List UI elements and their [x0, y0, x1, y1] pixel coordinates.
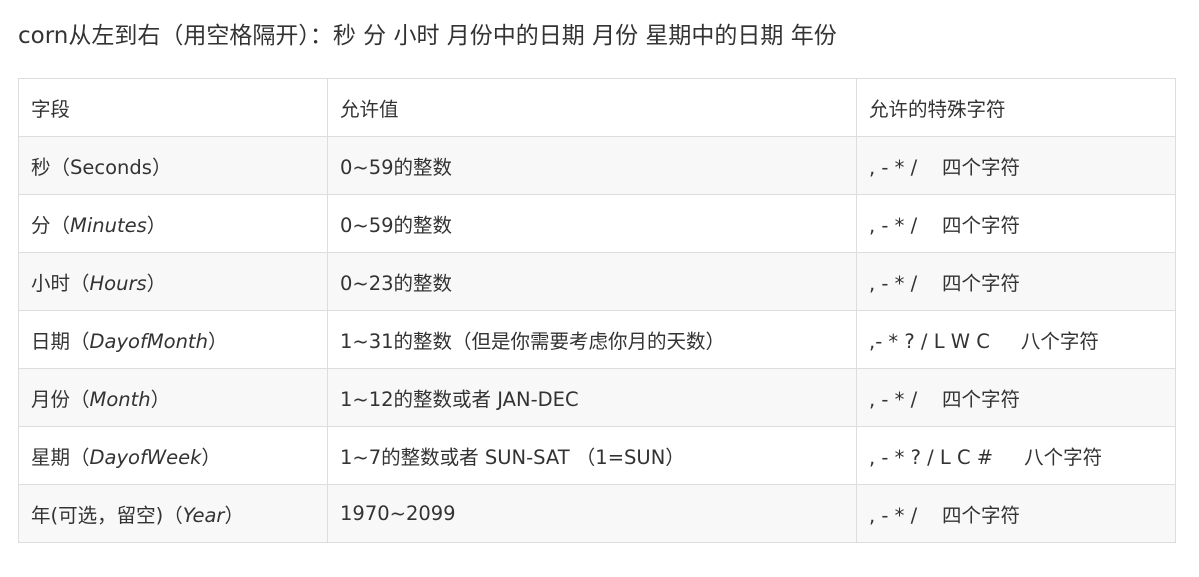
special-chars-cell: , - * ? / L C # 八个字符 [856, 426, 1176, 485]
field-name-cn: 日期（ [31, 330, 90, 353]
field-cell: 小时（Hours） [18, 252, 328, 311]
allowed-values-cell: 0~59的整数 [327, 136, 857, 195]
table-row: 年(可选，留空)（Year） 1970~2099 , - * / 四个字符 [18, 484, 1176, 543]
field-name-close: ） [146, 214, 167, 237]
field-cell: 星期（DayofWeek） [18, 426, 328, 485]
field-name-close: ） [207, 330, 228, 353]
field-cell: 年(可选，留空)（Year） [18, 484, 328, 543]
field-name-en: Minutes [70, 214, 147, 237]
special-chars-cell: , - * / 四个字符 [856, 194, 1176, 253]
table-row: 秒（Seconds） 0~59的整数 , - * / 四个字符 [18, 136, 1176, 195]
allowed-values-cell: 1~31的整数（但是你需要考虑你月的天数） [327, 310, 857, 369]
allowed-values-cell: 1~7的整数或者 SUN-SAT （1=SUN） [327, 426, 857, 485]
field-name-cn: 分（ [31, 214, 71, 237]
header-field: 字段 [18, 78, 328, 137]
field-name-cn: 月份（ [31, 388, 90, 411]
field-name-en: Year [182, 504, 225, 527]
field-name-en: DayofMonth [89, 330, 208, 353]
header-special-chars: 允许的特殊字符 [856, 78, 1176, 137]
field-cell: 日期（DayofMonth） [18, 310, 328, 369]
field-name-en: Hours [89, 272, 147, 295]
table-row: 分（Minutes） 0~59的整数 , - * / 四个字符 [18, 194, 1176, 253]
field-name-close: ） [150, 388, 171, 411]
field-name-cn: 小时（ [31, 272, 90, 295]
special-chars-cell: ,- * ? / L W C 八个字符 [856, 310, 1176, 369]
allowed-values-cell: 0~23的整数 [327, 252, 857, 311]
allowed-values-cell: 1970~2099 [327, 484, 857, 543]
cron-fields-table: 字段 允许值 允许的特殊字符 秒（Seconds） 0~59的整数 , - * … [18, 78, 1176, 543]
field-name-en: Seconds [70, 156, 152, 179]
field-cell: 秒（Seconds） [18, 136, 328, 195]
field-name-close: ） [201, 446, 221, 469]
allowed-values-cell: 1~12的整数或者 JAN-DEC [327, 368, 857, 427]
special-chars-cell: , - * / 四个字符 [856, 252, 1176, 311]
header-allowed-values: 允许值 [327, 78, 857, 137]
special-chars-cell: , - * / 四个字符 [856, 484, 1176, 543]
special-chars-cell: , - * / 四个字符 [856, 368, 1176, 427]
field-name-cn: 星期（ [31, 446, 90, 469]
table-row: 星期（DayofWeek） 1~7的整数或者 SUN-SAT （1=SUN） ,… [18, 426, 1176, 485]
field-cell: 月份（Month） [18, 368, 328, 427]
special-chars-cell: , - * / 四个字符 [856, 136, 1176, 195]
allowed-values-cell: 0~59的整数 [327, 194, 857, 253]
field-name-en: DayofWeek [89, 446, 202, 469]
field-cell: 分（Minutes） [18, 194, 328, 253]
table-row: 小时（Hours） 0~23的整数 , - * / 四个字符 [18, 252, 1176, 311]
field-name-close: ） [224, 504, 244, 527]
table-header-row: 字段 允许值 允许的特殊字符 [18, 78, 1176, 137]
field-name-cn: 秒（ [31, 156, 71, 179]
field-name-close: ） [151, 156, 172, 179]
table-row: 日期（DayofMonth） 1~31的整数（但是你需要考虑你月的天数） ,- … [18, 310, 1176, 369]
table-row: 月份（Month） 1~12的整数或者 JAN-DEC , - * / 四个字符 [18, 368, 1176, 427]
page-heading: corn从左到右（用空格隔开）：秒 分 小时 月份中的日期 月份 星期中的日期 … [18, 23, 837, 49]
field-name-close: ） [146, 272, 167, 295]
field-name-en: Month [89, 388, 151, 411]
field-name-cn: 年(可选，留空)（ [31, 504, 183, 527]
